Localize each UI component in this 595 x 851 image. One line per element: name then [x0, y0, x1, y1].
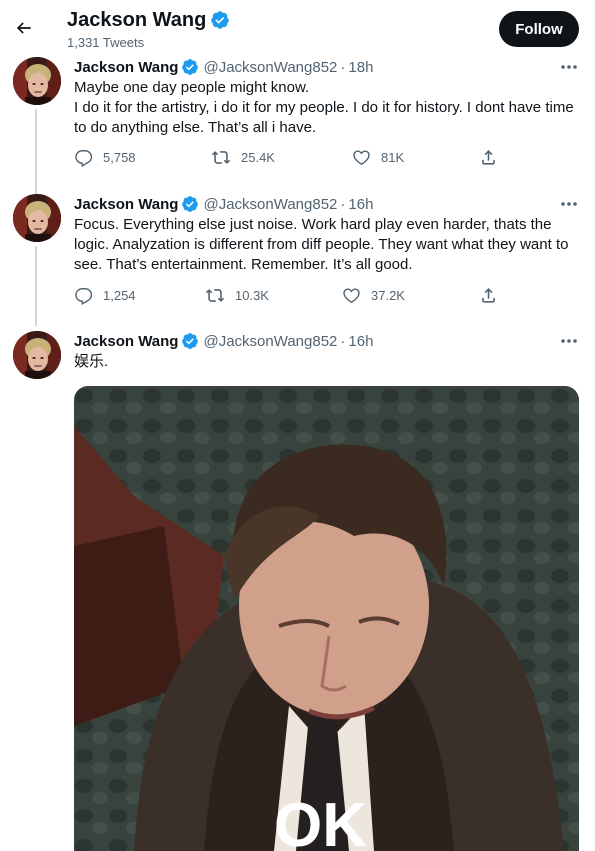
more-dots-icon — [561, 202, 577, 206]
heart-icon — [353, 150, 370, 166]
verified-badge — [181, 58, 199, 76]
avatar[interactable] — [13, 57, 61, 105]
back-button[interactable] — [8, 10, 40, 46]
author-handle[interactable]: @JacksonWang852 — [203, 196, 337, 213]
retweet-button[interactable]: 25.4K — [211, 148, 275, 167]
like-button[interactable]: 37.2K — [342, 286, 405, 305]
tweet-text: Focus. Everything else just noise. Work … — [74, 216, 573, 273]
more-button[interactable] — [556, 331, 582, 351]
share-icon — [482, 288, 495, 303]
author-handle[interactable]: @JacksonWang852 — [203, 59, 337, 76]
verified-badge-icon — [211, 11, 230, 29]
profile-name: Jackson Wang — [67, 8, 230, 32]
author-name[interactable]: Jackson Wang — [74, 333, 178, 350]
tweet-header: Jackson Wang @JacksonWang852 · 16h — [74, 194, 373, 214]
like-count: 37.2K — [371, 288, 405, 303]
tweet-time[interactable]: 16h — [348, 333, 373, 350]
reply-icon — [75, 150, 93, 167]
reply-button[interactable]: 5,758 — [74, 148, 136, 167]
verified-badge — [181, 195, 199, 213]
avatar-image — [13, 194, 61, 242]
more-button[interactable] — [556, 194, 582, 214]
arrow-left-icon — [16, 22, 31, 34]
author-handle[interactable]: @JacksonWang852 — [203, 333, 337, 350]
thread-line — [35, 109, 37, 197]
tweet-1[interactable]: Jackson Wang @JacksonWang852 · 18h Maybe… — [0, 57, 595, 197]
separator-dot: · — [340, 332, 346, 350]
separator-dot: · — [340, 58, 346, 76]
retweet-count: 10.3K — [235, 288, 269, 303]
tweet-actions: 5,758 25.4K 81K — [74, 148, 504, 168]
tweet-header: Jackson Wang @JacksonWang852 · 16h — [74, 331, 373, 351]
profile-name-text: Jackson Wang — [67, 9, 207, 31]
author-name[interactable]: Jackson Wang — [74, 196, 178, 213]
tweet-media-gif[interactable]: OK — [74, 386, 579, 851]
verified-badge-icon — [182, 196, 199, 212]
reply-button[interactable]: 1,254 — [74, 286, 136, 305]
tweet-count: 1,331 Tweets — [67, 35, 145, 50]
media-image: OK — [74, 386, 579, 851]
profile-header: Jackson Wang 1,331 Tweets Follow — [0, 0, 595, 56]
heart-icon — [343, 288, 360, 304]
thread-line — [35, 246, 37, 326]
author-name[interactable]: Jackson Wang — [74, 59, 178, 76]
retweet-button[interactable]: 10.3K — [205, 286, 269, 305]
retweet-count: 25.4K — [241, 150, 275, 165]
retweet-icon — [211, 151, 231, 164]
like-button[interactable]: 81K — [352, 148, 404, 167]
tweet-text: 娱乐. — [74, 353, 109, 370]
media-caption: OK — [274, 791, 367, 851]
follow-button[interactable]: Follow — [499, 11, 579, 47]
share-button[interactable] — [479, 286, 498, 305]
more-button[interactable] — [556, 57, 582, 77]
verified-badge-icon — [182, 333, 199, 349]
avatar-image — [13, 57, 61, 105]
tweet-actions: 1,254 10.3K 37.2K — [74, 286, 504, 306]
share-button[interactable] — [479, 148, 498, 167]
more-dots-icon — [561, 65, 577, 69]
verified-badge — [181, 332, 199, 350]
reply-count: 1,254 — [103, 288, 136, 303]
share-icon — [482, 150, 495, 165]
reply-count: 5,758 — [103, 150, 136, 165]
tweet-time[interactable]: 18h — [348, 59, 373, 76]
tweet-text: Maybe one day people might know. I do it… — [74, 79, 574, 136]
avatar[interactable] — [13, 331, 61, 379]
tweet-header: Jackson Wang @JacksonWang852 · 18h — [74, 57, 373, 77]
avatar[interactable] — [13, 194, 61, 242]
more-dots-icon — [561, 339, 577, 343]
like-count: 81K — [381, 150, 405, 165]
verified-badge-icon — [182, 59, 199, 75]
separator-dot: · — [340, 195, 346, 213]
tweet-time[interactable]: 16h — [348, 196, 373, 213]
tweet-2[interactable]: Jackson Wang @JacksonWang852 · 16h Focus… — [0, 194, 595, 326]
avatar-image — [13, 331, 61, 379]
reply-icon — [75, 288, 93, 305]
retweet-icon — [205, 289, 225, 302]
